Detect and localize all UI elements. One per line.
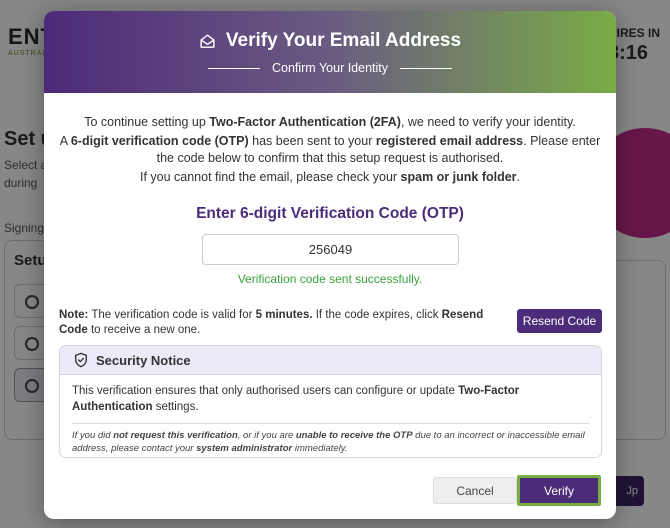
security-notice-text: This verification ensures that only auth… xyxy=(72,384,589,415)
security-notice-title: Security Notice xyxy=(96,352,191,368)
notice-text: This verification ensures that only auth… xyxy=(72,385,459,397)
intro-bold-segment: Two-Factor Authentication (2FA) xyxy=(209,115,401,129)
notice-small-text: , or if you are xyxy=(237,430,296,442)
security-notice-small: If you did not request this verification… xyxy=(72,430,589,456)
note-bold: 5 minutes. xyxy=(255,309,313,321)
cancel-button[interactable]: Cancel xyxy=(433,477,517,504)
envelope-open-icon xyxy=(200,33,215,48)
notice-small-bold: system administrator xyxy=(196,442,293,454)
note-text: to receive a new one. xyxy=(87,323,201,336)
intro-line-3: If you cannot find the email, please che… xyxy=(54,169,606,186)
intro-text-segment: A xyxy=(59,133,71,148)
verify-email-modal: Verify Your Email Address Confirm Your I… xyxy=(44,11,616,519)
modal-title: Verify Your Email Address xyxy=(225,30,462,51)
notice-small-bold: unable to receive the OTP xyxy=(295,430,413,442)
intro-line-1: To continue setting up Two-Factor Authen… xyxy=(54,114,606,131)
intro-line-2: A 6-digit verification code (OTP) has be… xyxy=(54,133,606,167)
modal-header: Verify Your Email Address Confirm Your I… xyxy=(44,11,616,93)
notice-divider xyxy=(72,423,589,425)
security-notice-body: This verification ensures that only auth… xyxy=(60,375,601,456)
notice-text: settings. xyxy=(152,400,199,413)
intro-bold-segment: spam or junk folder xyxy=(400,169,517,184)
intro-text: To continue setting up Two-Factor Authen… xyxy=(54,114,606,186)
subtitle-divider-right xyxy=(400,67,453,69)
intro-text-segment: has been sent to your xyxy=(248,133,376,148)
intro-text-segment: If you cannot find the email, please che… xyxy=(139,169,401,184)
intro-text-segment: . xyxy=(516,169,521,184)
intro-bold-segment: registered email address xyxy=(375,133,524,148)
note-text: The verification code is valid for xyxy=(88,309,256,321)
intro-text-segment: , we need to verify your identity. xyxy=(400,115,576,129)
note-label: Note: xyxy=(59,309,89,321)
validity-note: Note: The verification code is valid for… xyxy=(59,308,499,338)
security-notice-header: Security Notice xyxy=(60,346,601,375)
intro-text-segment: To continue setting up xyxy=(84,115,210,129)
modal-subtitle-row: Confirm Your Identity xyxy=(44,61,616,75)
otp-input[interactable] xyxy=(202,234,459,265)
modal-title-row: Verify Your Email Address xyxy=(44,30,616,52)
notice-small-text: If you did xyxy=(72,430,114,442)
verify-button[interactable]: Verify xyxy=(520,478,598,503)
note-text: If the code expires, click xyxy=(312,309,442,321)
verify-button-focus-ring: Verify xyxy=(517,475,601,506)
modal-subtitle: Confirm Your Identity xyxy=(271,61,389,75)
notice-small-text: immediately. xyxy=(292,442,348,454)
resend-code-button[interactable]: Resend Code xyxy=(517,309,602,333)
security-notice: Security Notice This verification ensure… xyxy=(59,345,602,458)
subtitle-divider-left xyxy=(207,67,260,69)
notice-small-bold: not request this verification xyxy=(113,430,238,442)
otp-status-message: Verification code sent successfully. xyxy=(237,272,423,286)
intro-bold-segment: 6-digit verification code (OTP) xyxy=(70,133,249,148)
shield-check-icon xyxy=(75,352,87,368)
otp-heading: Enter 6-digit Verification Code (OTP) xyxy=(196,205,464,222)
